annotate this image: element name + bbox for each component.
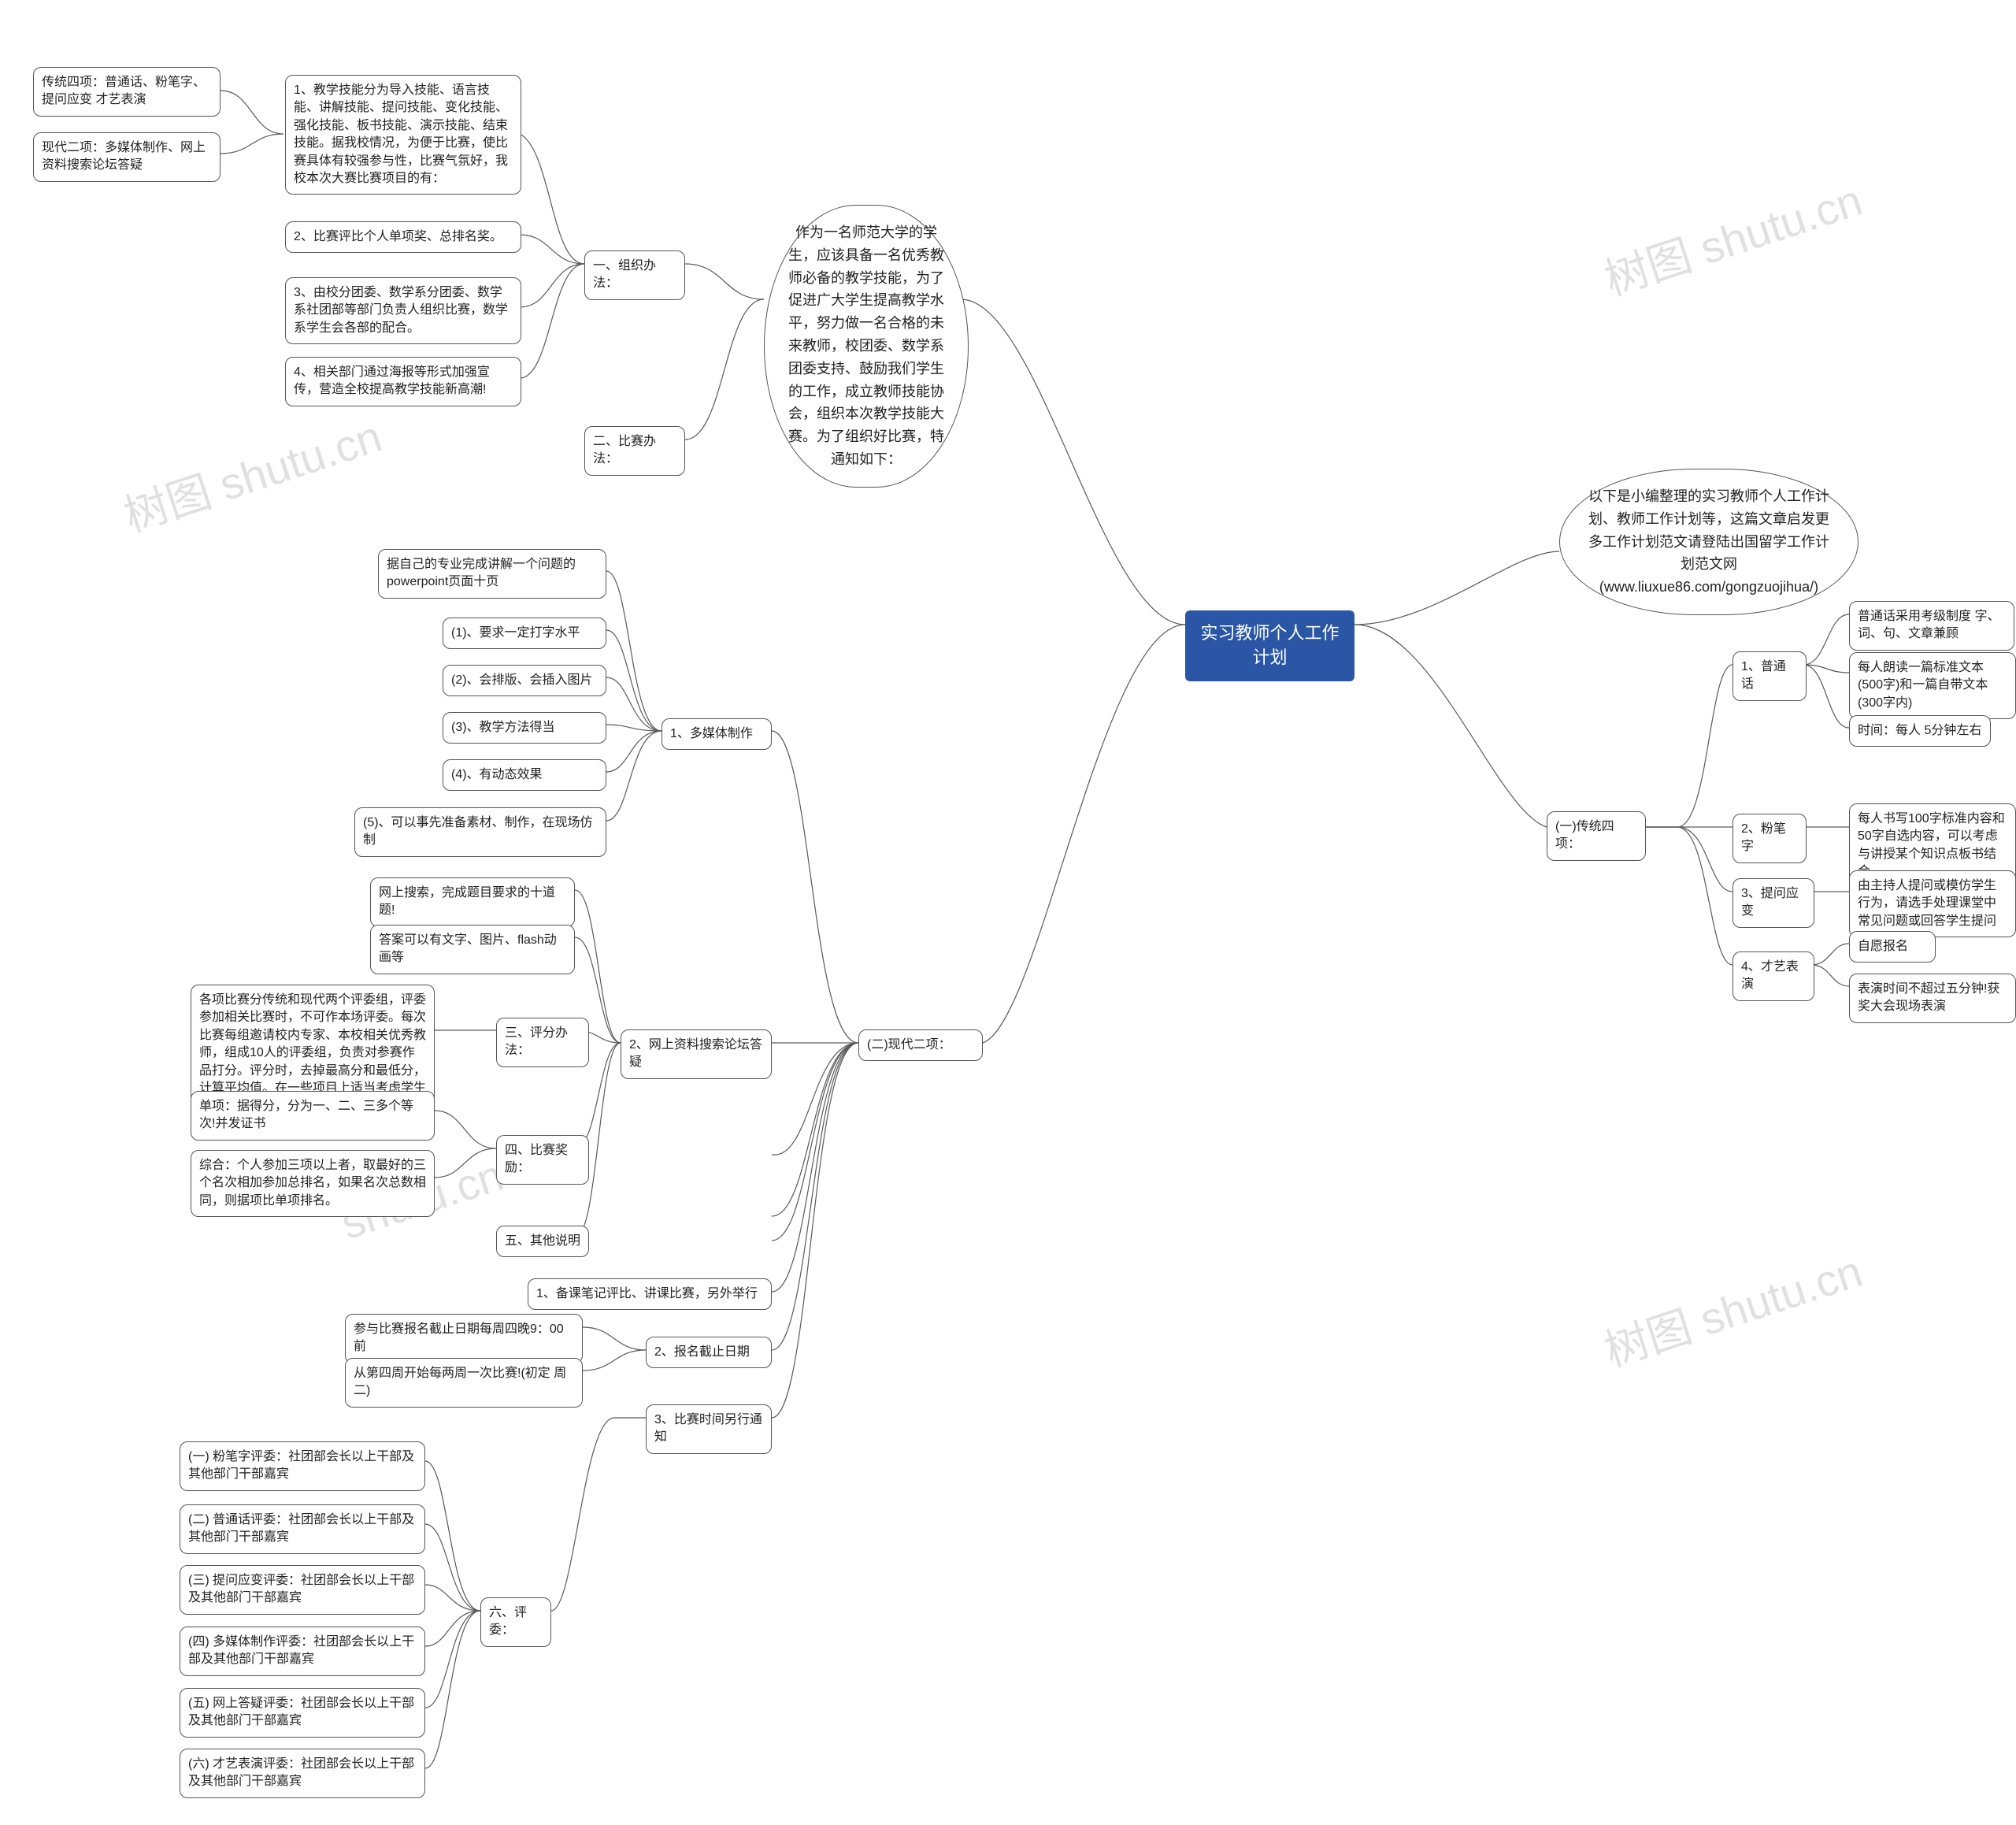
- others[interactable]: 五、其他说明: [496, 1226, 589, 1257]
- watermark: 树图 shutu.cn: [115, 402, 389, 545]
- judge-2[interactable]: (二) 普通话评委：社团部会长以上干部及其他部门干部嘉宾: [180, 1504, 425, 1554]
- deadline-2[interactable]: 从第四周开始每两周一次比赛!(初定 周二): [345, 1358, 583, 1408]
- judge-4[interactable]: (四) 多媒体制作评委：社团部会长以上干部及其他部门干部嘉宾: [180, 1627, 425, 1676]
- trad-qa-1[interactable]: 由主持人提问或模仿学生行为，请选手处理课堂中常见问题或回答学生提问: [1849, 870, 2016, 937]
- section-modern[interactable]: (二)现代二项：: [858, 1029, 983, 1061]
- deadline-1[interactable]: 参与比赛报名截止日期每周四晚9：00前: [345, 1314, 583, 1363]
- notice-ellipse[interactable]: 作为一名师范大学的学生，应该具备一名优秀教师必备的教学技能，为了促进广大学生提高…: [764, 205, 969, 488]
- judge-3[interactable]: (三) 提问应变评委：社团部会长以上干部及其他部门干部嘉宾: [180, 1565, 425, 1615]
- trad-putonghua-1[interactable]: 普通话采用考级制度 字、词、句、文章兼顾: [1849, 601, 2014, 651]
- judge-6[interactable]: (六) 才艺表演评委：社团部会长以上干部及其他部门干部嘉宾: [180, 1749, 425, 1798]
- time-tbd[interactable]: 3、比赛时间另行通知: [646, 1404, 772, 1454]
- trad-talent[interactable]: 4、才艺表演: [1732, 951, 1814, 1001]
- judge-1[interactable]: (一) 粉笔字评委：社团部会长以上干部及其他部门干部嘉宾: [180, 1441, 425, 1491]
- mm-1[interactable]: (1)、要求一定打字水平: [443, 618, 606, 649]
- judge-5[interactable]: (五) 网上答疑评委：社团部会长以上干部及其他部门干部嘉宾: [180, 1688, 425, 1738]
- award-2[interactable]: 综合：个人参加三项以上者，取最好的三个名次相加参加总排名，如果名次总数相同，则据…: [191, 1150, 435, 1217]
- trad-putonghua[interactable]: 1、普通话: [1732, 651, 1807, 701]
- root-node[interactable]: 实习教师个人工作计划: [1185, 610, 1354, 681]
- trad-putonghua-2[interactable]: 每人朗读一篇标准文本(500字)和一篇自带文本(300字内): [1849, 652, 2016, 719]
- mm-2[interactable]: (2)、会排版、会插入图片: [443, 665, 606, 696]
- watermark: 树图 shutu.cn: [1595, 1237, 1870, 1380]
- deadline[interactable]: 2、报名截止日期: [646, 1337, 772, 1368]
- award[interactable]: 四、比赛奖励：: [496, 1135, 589, 1185]
- modern-multimedia[interactable]: 1、多媒体制作: [662, 718, 772, 750]
- section-yi[interactable]: 一、组织办法：: [584, 250, 685, 300]
- section-er[interactable]: 二、比赛办法：: [584, 426, 685, 476]
- modern-web[interactable]: 2、网上资料搜索论坛答疑: [621, 1029, 772, 1079]
- mm-5[interactable]: (5)、可以事先准备素材、制作，在现场仿制: [354, 807, 606, 857]
- judges[interactable]: 六、评委：: [480, 1597, 551, 1647]
- intro-ellipse[interactable]: 以下是小编整理的实习教师个人工作计划、教师工作计划等，这篇文章启发更多工作计划范…: [1559, 469, 1858, 615]
- score-method[interactable]: 三、评分办法：: [496, 1018, 589, 1067]
- prep-notes[interactable]: 1、备课笔记评比、讲课比赛，另外举行: [528, 1278, 772, 1310]
- org-2[interactable]: 2、比赛评比个人单项奖、总排名奖。: [285, 221, 521, 253]
- section-traditional[interactable]: (一)传统四项：: [1547, 811, 1646, 861]
- org-4[interactable]: 4、相关部门通过海报等形式加强宣传，营造全校提高教学技能新高潮!: [285, 357, 521, 406]
- mm-0[interactable]: 据自己的专业完成讲解一个问题的powerpoint页面十页: [378, 549, 606, 599]
- org-1[interactable]: 1、教学技能分为导入技能、语言技能、讲解技能、提问技能、变化技能、强化技能、板书…: [285, 75, 521, 195]
- trad-putonghua-3[interactable]: 时间：每人 5分钟左右: [1849, 715, 1991, 747]
- watermark: 树图 shutu.cn: [1595, 165, 1870, 309]
- mm-4[interactable]: (4)、有动态效果: [443, 759, 606, 791]
- award-1[interactable]: 单项：据得分，分为一、二、三多个等次!并发证书: [191, 1091, 435, 1141]
- org1-b[interactable]: 现代二项：多媒体制作、网上资料搜索论坛答疑: [33, 132, 220, 182]
- trad-qa[interactable]: 3、提问应变: [1732, 878, 1814, 928]
- org1-a[interactable]: 传统四项：普通话、粉笔字、提问应变 才艺表演: [33, 67, 220, 117]
- web-1[interactable]: 答案可以有文字、图片、flash动画等: [370, 925, 575, 974]
- mindmap-canvas: 树图 shutu.cn 树图 shutu.cn 树图 shutu.cn shut…: [0, 0, 2016, 1825]
- web-0[interactable]: 网上搜索，完成题目要求的十道题!: [370, 877, 575, 927]
- trad-chalk[interactable]: 2、粉笔字: [1732, 814, 1807, 863]
- mm-3[interactable]: (3)、教学方法得当: [443, 712, 606, 744]
- org-3[interactable]: 3、由校分团委、数学系分团委、数学系社团部等部门负责人组织比赛，数学系学生会各部…: [285, 277, 521, 344]
- trad-talent-1[interactable]: 自愿报名: [1849, 931, 1936, 963]
- trad-talent-2[interactable]: 表演时间不超过五分钟!获奖大会现场表演: [1849, 974, 2016, 1023]
